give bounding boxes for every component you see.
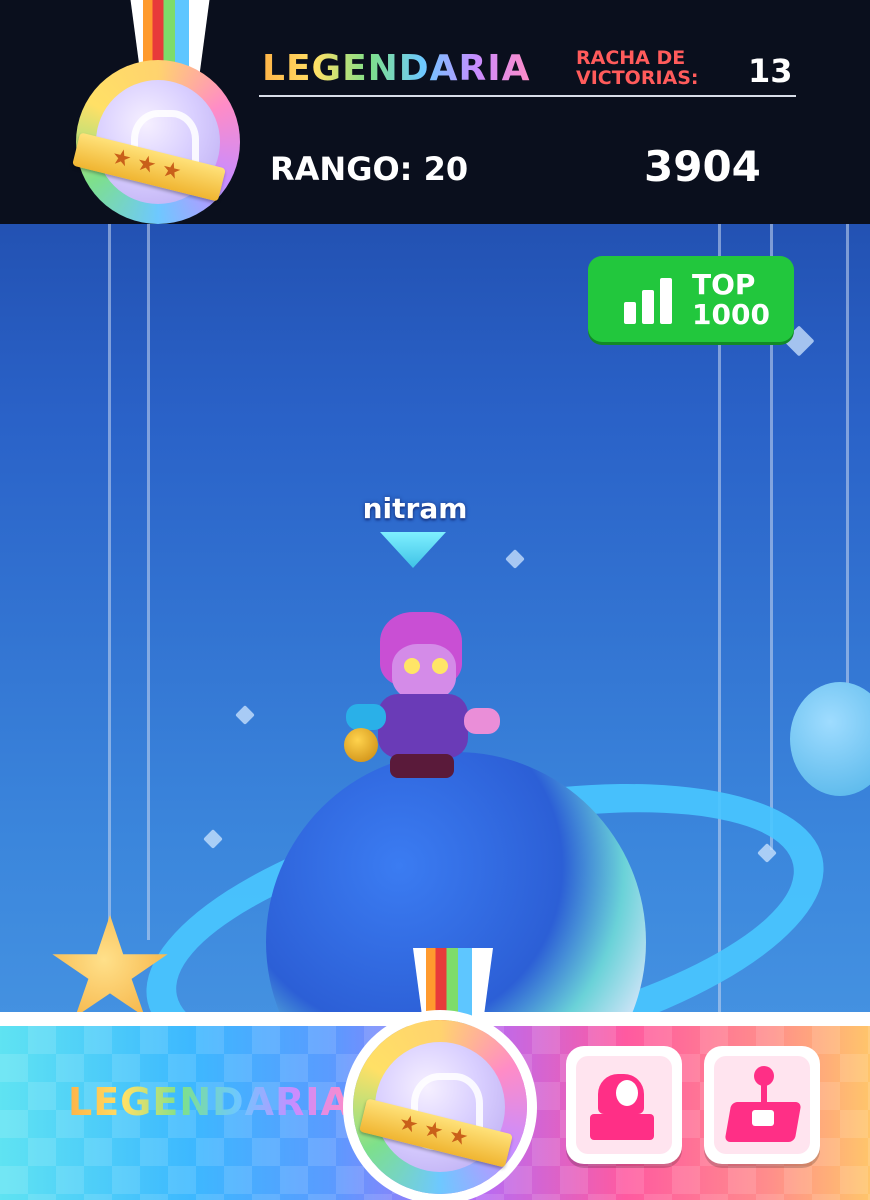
rank-medal-icon[interactable]: ★★★ [70, 0, 245, 230]
bar-chart-icon [624, 278, 674, 324]
joystick-icon [722, 1066, 802, 1146]
header-divider [259, 95, 796, 97]
play-mode-button[interactable] [704, 1046, 820, 1164]
rank-medal-icon[interactable]: ★★★ [345, 948, 535, 1196]
bottom-rank-tier: LEGENDARIA [68, 1080, 351, 1124]
sparkle-icon [235, 705, 255, 725]
rank-tier-title: LEGENDARIA [262, 48, 531, 89]
leaderboard-rank-label: TOP 1000 [692, 268, 770, 331]
sparkle-icon [203, 829, 223, 849]
trophy-count: 3904 [644, 142, 761, 191]
cannon-button[interactable] [566, 1046, 682, 1164]
player-character[interactable] [340, 608, 500, 783]
player-marker-icon [380, 532, 446, 568]
player-name: nitram [362, 492, 468, 525]
cannon-icon [590, 1070, 654, 1142]
hanging-planet [790, 682, 870, 796]
rank-label: RANGO: 20 [270, 150, 469, 188]
leaderboard-badge[interactable]: TOP 1000 [588, 256, 794, 342]
sparkle-icon [505, 549, 525, 569]
win-streak-label: RACHA DE VICTORIAS: [576, 47, 699, 89]
win-streak-value: 13 [748, 52, 793, 90]
